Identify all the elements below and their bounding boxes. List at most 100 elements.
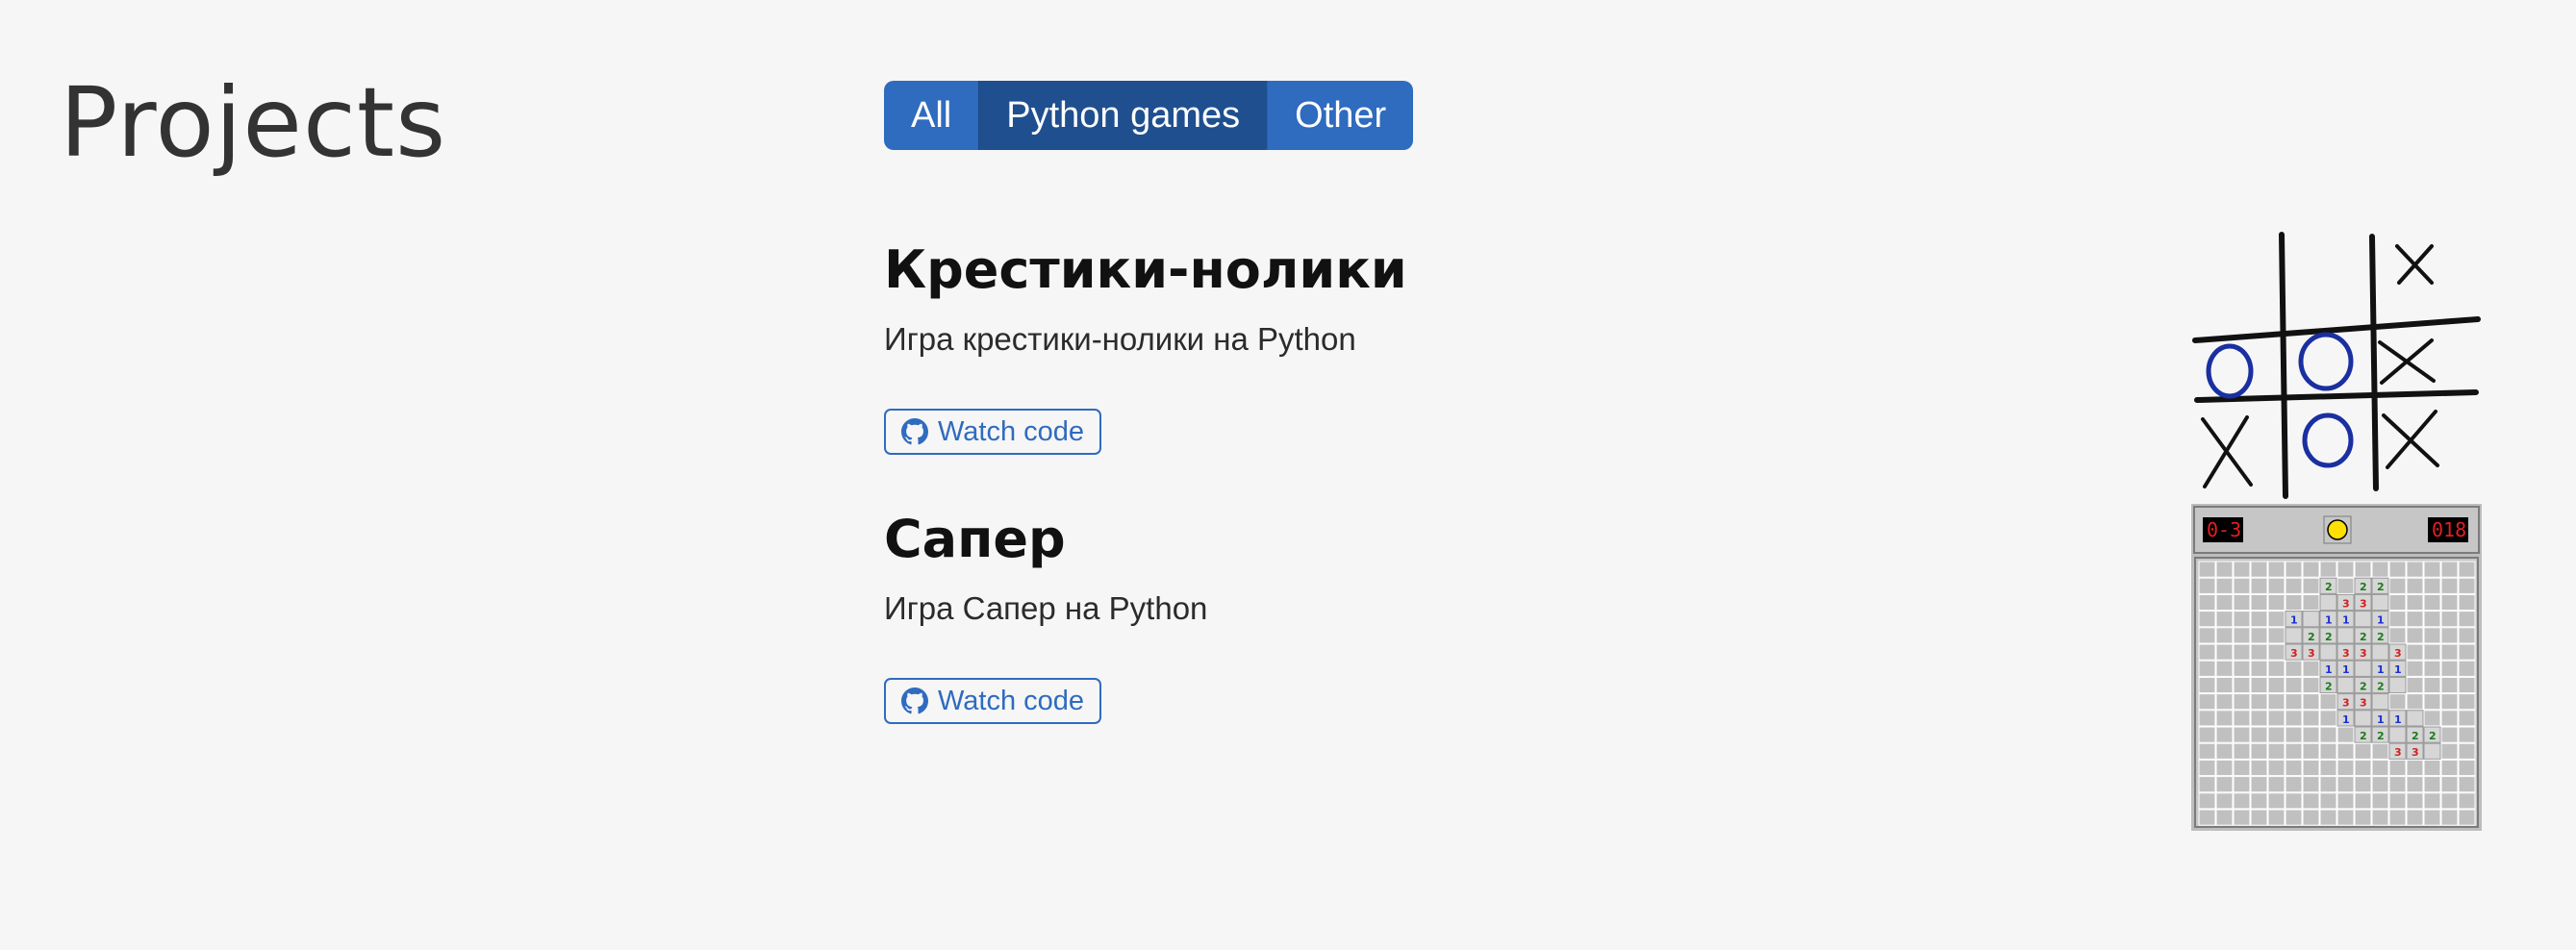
minesweeper-cell [2215,726,2234,743]
minesweeper-cell [2388,593,2407,612]
minesweeper-cell [2215,710,2234,727]
minesweeper-cell [2371,809,2389,826]
minesweeper-cell [2354,561,2372,578]
minesweeper-number: 1 [2325,663,2333,676]
minesweeper-cell [2336,561,2355,578]
minesweeper-cell [2302,742,2320,760]
minesweeper-number: 3 [2394,647,2402,660]
minesweeper-cell [2215,627,2234,644]
minesweeper-cell [2250,792,2268,810]
minesweeper-cell [2440,792,2459,810]
watch-code-label: Watch code [938,685,1085,716]
minesweeper-cell [2250,710,2268,727]
minesweeper-cell [2285,593,2303,612]
minesweeper-cell [2285,693,2303,711]
minesweeper-number: 3 [2342,697,2350,710]
minesweeper-cell [2267,577,2286,594]
minesweeper-cell [2371,792,2389,810]
minesweeper-cell [2250,726,2268,743]
watch-code-button[interactable]: Watch code [884,678,1102,724]
minesweeper-cell [2406,809,2424,826]
minesweeper-number: 3 [2342,647,2350,660]
minesweeper-cell [2458,577,2476,594]
minesweeper-cell [2267,809,2286,826]
minesweeper-cell [2250,759,2268,777]
filter-button-group: All Python games Other [884,81,1414,150]
minesweeper-cell [2267,660,2286,677]
minesweeper-cell [2267,742,2286,760]
minesweeper-cell [2302,561,2320,578]
minesweeper-cell [2285,676,2303,694]
project-title: Крестики-нолики [884,239,1407,300]
minesweeper-cell [2458,627,2476,644]
project-card-tictactoe: Крестики-нолики Игра крестики-нолики на … [884,244,2134,455]
minesweeper-number: 1 [2377,713,2385,726]
minesweeper-number: 1 [2377,663,2385,676]
minesweeper-cell [2198,710,2216,727]
minesweeper-cell [2336,627,2355,644]
minesweeper-cell [2233,776,2251,793]
minesweeper-cell [2423,776,2441,793]
minesweeper-cell [2285,710,2303,727]
minesweeper-cell [2406,627,2424,644]
minesweeper-cell [2458,792,2476,810]
minesweeper-cell [2388,809,2407,826]
minesweeper-number: 1 [2377,614,2385,627]
minesweeper-cell [2285,561,2303,578]
minesweeper-cell [2458,759,2476,777]
github-icon [901,688,928,714]
minesweeper-cell [2267,776,2286,793]
minesweeper-cell [2354,759,2372,777]
minesweeper-number: 2 [2377,730,2385,742]
minesweeper-cell [2233,593,2251,612]
page-title: Projects [60,66,447,179]
minesweeper-cell [2388,726,2407,743]
minesweeper-cell [2233,792,2251,810]
minesweeper-cell [2319,809,2337,826]
project-card-minesweeper: Сапер Игра Сапер на Python Watch code [884,513,2134,724]
minesweeper-cell [2302,726,2320,743]
minesweeper-cell [2233,627,2251,644]
minesweeper-cell [2267,676,2286,694]
minesweeper-number: 1 [2394,713,2402,726]
minesweeper-cell [2198,577,2216,594]
minesweeper-cell [2250,627,2268,644]
minesweeper-cell [2198,726,2216,743]
minesweeper-cell [2215,611,2234,628]
filter-all-button[interactable]: All [884,81,979,150]
minesweeper-cell [2354,792,2372,810]
minesweeper-cell [2233,726,2251,743]
project-title: Сапер [884,509,1066,569]
minesweeper-cell [2423,809,2441,826]
minesweeper-cell [2198,643,2216,661]
minesweeper-cell [2336,742,2355,760]
minesweeper-cell [2250,776,2268,793]
minesweeper-cell [2336,792,2355,810]
minesweeper-cell [2319,710,2337,727]
minesweeper-cell [2440,676,2459,694]
filter-python-games-button[interactable]: Python games [978,81,1268,150]
minesweeper-cell [2267,693,2286,711]
watch-code-button[interactable]: Watch code [884,409,1102,455]
minesweeper-number: 1 [2342,713,2350,726]
minesweeper-cell [2458,710,2476,727]
minesweeper-cell [2267,627,2286,644]
minesweeper-cell [2423,660,2441,677]
minesweeper-cell [2423,742,2441,760]
minesweeper-image: 0-3 018 2 2 23 31 1 1 12 2 2 23 3 3 3 31 1 1 12 2 23 31 1 12 2… [2191,504,2482,831]
minesweeper-cell [2423,676,2441,694]
minesweeper-cell [2371,593,2389,612]
minesweeper-cell [2440,776,2459,793]
minesweeper-number: 2 [2325,581,2333,593]
minesweeper-cell [2388,792,2407,810]
svg-text:0-3: 0-3 [2207,518,2241,541]
minesweeper-cell [2388,627,2407,644]
minesweeper-cell [2233,660,2251,677]
minesweeper-cell [2336,776,2355,793]
minesweeper-cell [2215,660,2234,677]
minesweeper-cell [2198,693,2216,711]
minesweeper-cell [2215,776,2234,793]
minesweeper-cell [2406,660,2424,677]
minesweeper-cell [2371,561,2389,578]
filter-other-button[interactable]: Other [1267,81,1414,150]
